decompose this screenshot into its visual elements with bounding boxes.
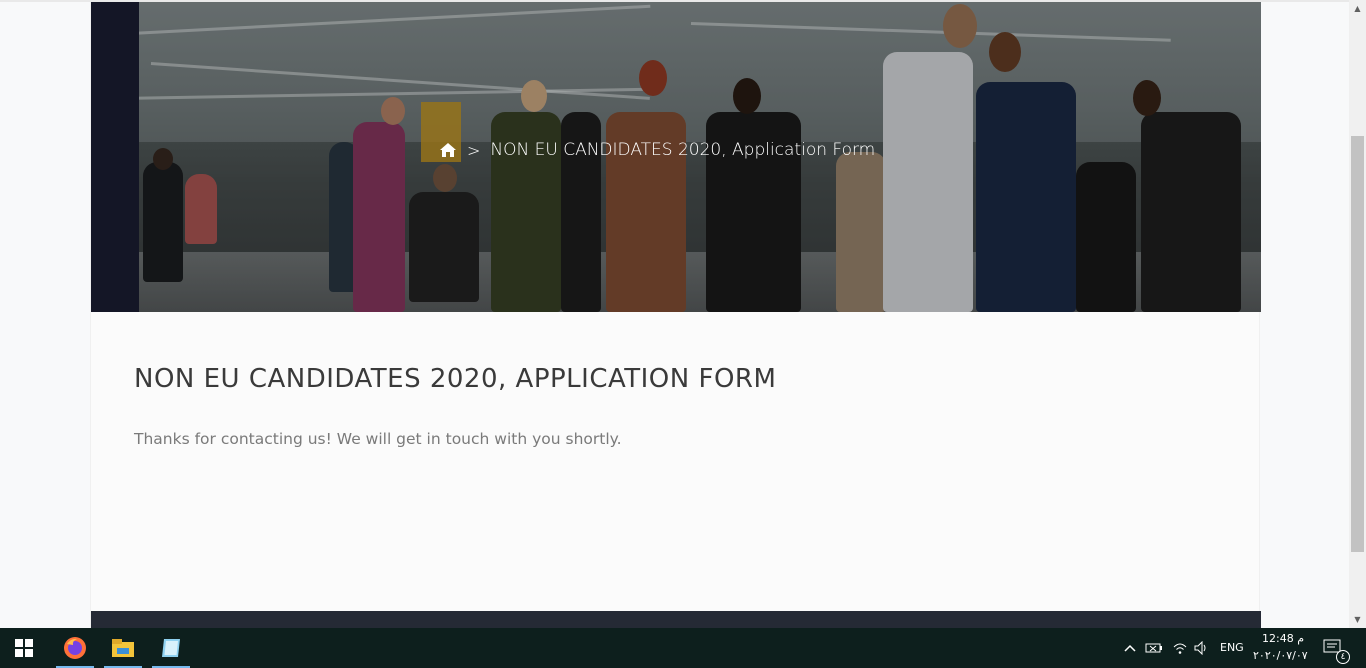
show-hidden-icons-chevron-icon[interactable]	[1120, 628, 1140, 668]
battery-icon[interactable]	[1142, 628, 1166, 668]
breadcrumb: > NON EU CANDIDATES 2020, Application Fo…	[439, 138, 875, 162]
notification-count-badge: ٤	[1336, 650, 1350, 664]
confirmation-message: Thanks for contacting us! We will get in…	[134, 430, 622, 448]
file-explorer-icon[interactable]	[102, 628, 144, 668]
windows-taskbar: ENG 12:48 م ٢٠٢٠/٠٧/٠٧ ٤	[0, 628, 1366, 668]
wifi-icon[interactable]	[1168, 628, 1192, 668]
page-title: NON EU CANDIDATES 2020, APPLICATION FORM	[134, 364, 777, 394]
notepad-icon[interactable]	[150, 628, 192, 668]
vertical-scrollbar[interactable]: ▲ ▼	[1349, 0, 1366, 628]
breadcrumb-current: NON EU CANDIDATES 2020, Application Form	[490, 140, 876, 160]
page-container: > NON EU CANDIDATES 2020, Application Fo…	[90, 2, 1261, 628]
site-footer	[91, 611, 1261, 628]
volume-icon[interactable]	[1190, 628, 1214, 668]
clock-time[interactable]: 12:48 م	[1262, 632, 1304, 645]
scrollbar-thumb[interactable]	[1351, 136, 1364, 552]
scroll-down-arrow-icon[interactable]: ▼	[1349, 611, 1366, 628]
windows-start-icon[interactable]	[0, 628, 48, 668]
firefox-icon[interactable]	[54, 628, 96, 668]
clock-date[interactable]: ٢٠٢٠/٠٧/٠٧	[1253, 649, 1308, 662]
hero-banner: > NON EU CANDIDATES 2020, Application Fo…	[91, 2, 1261, 312]
breadcrumb-separator: >	[467, 140, 481, 160]
scroll-up-arrow-icon[interactable]: ▲	[1349, 0, 1366, 17]
input-language-indicator[interactable]: ENG	[1220, 641, 1244, 654]
home-icon[interactable]	[439, 142, 457, 158]
